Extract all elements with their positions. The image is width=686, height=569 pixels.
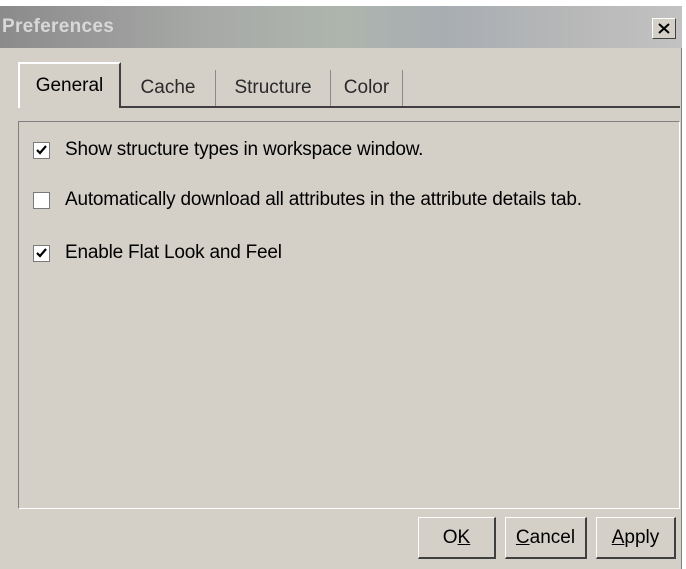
- tab-label: Structure: [234, 77, 312, 98]
- option-flat-look-and-feel[interactable]: Enable Flat Look and Feel: [33, 241, 282, 265]
- preferences-dialog: Preferences General Cache Structure Colo…: [0, 6, 682, 569]
- option-label: Show structure types in workspace window…: [65, 139, 424, 160]
- tab-label: General: [35, 75, 104, 96]
- option-label: Enable Flat Look and Feel: [65, 242, 282, 263]
- tab-strip: General Cache Structure Color: [18, 62, 680, 108]
- option-auto-download-attributes[interactable]: Automatically download all attributes in…: [33, 188, 582, 212]
- tab-cache[interactable]: Cache: [121, 70, 216, 106]
- ok-button[interactable]: OK: [418, 517, 496, 559]
- apply-button[interactable]: Apply: [596, 517, 676, 559]
- ok-button-label: OK: [442, 526, 471, 548]
- show-structure-types-checkbox[interactable]: [33, 141, 50, 159]
- window-title: Preferences: [2, 16, 115, 37]
- tab-color[interactable]: Color: [331, 70, 403, 106]
- tab-label: Cache: [140, 77, 196, 98]
- apply-button-label: Apply: [611, 526, 660, 548]
- tab-general[interactable]: General: [18, 62, 121, 108]
- checkmark-icon: [36, 248, 47, 258]
- checkmark-icon: [36, 145, 47, 155]
- option-label: Automatically download all attributes in…: [65, 189, 582, 210]
- flat-look-and-feel-checkbox[interactable]: [33, 244, 50, 262]
- cancel-button[interactable]: Cancel: [505, 517, 587, 559]
- title-bar[interactable]: Preferences: [0, 6, 682, 48]
- general-panel: Show structure types in workspace window…: [18, 121, 680, 509]
- tab-structure[interactable]: Structure: [216, 70, 331, 106]
- close-button[interactable]: [652, 18, 676, 39]
- close-icon: [658, 23, 670, 34]
- option-show-structure-types[interactable]: Show structure types in workspace window…: [33, 138, 423, 162]
- cancel-button-label: Cancel: [515, 526, 576, 548]
- auto-download-attributes-checkbox[interactable]: [33, 191, 50, 209]
- tab-label: Color: [343, 77, 390, 98]
